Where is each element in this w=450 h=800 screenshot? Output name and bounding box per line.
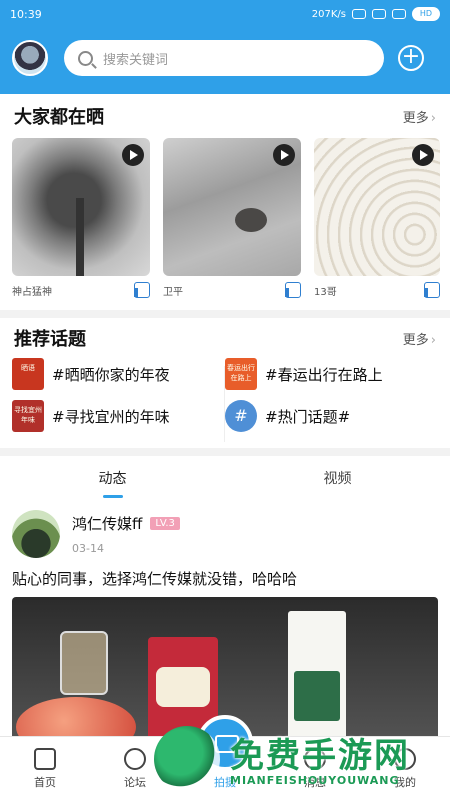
- tile-meta: 卫平: [163, 282, 301, 298]
- nav-mine[interactable]: 我的: [360, 737, 450, 800]
- signal-icon: [372, 9, 386, 19]
- nav-label: 首页: [34, 775, 56, 789]
- play-icon: [412, 144, 434, 166]
- battery-icon: HD: [412, 7, 440, 21]
- play-icon: [273, 144, 295, 166]
- video-thumbnail[interactable]: [12, 138, 150, 276]
- post-header: 鸿仁传媒ff LV.3 03-14: [0, 500, 450, 558]
- search-input[interactable]: 搜索关键词: [64, 40, 384, 76]
- status-bar: 10:39 207K/s HD: [0, 0, 450, 28]
- post-user-row: 鸿仁传媒ff LV.3: [72, 513, 180, 534]
- video-tiles: [0, 138, 450, 276]
- photo-jar: [60, 631, 108, 695]
- search-placeholder: 搜索关键词: [103, 52, 169, 68]
- forum-icon: [124, 747, 146, 770]
- photo-milk-box: [288, 611, 346, 747]
- topic-item[interactable]: 寻找宜州年味 #寻找宜州的年味: [12, 400, 225, 432]
- tile-author: 13哥: [314, 286, 337, 298]
- section-title: 大家都在晒: [14, 107, 104, 128]
- nav-label: 拍摄: [214, 775, 236, 789]
- video-thumbnail[interactable]: [314, 138, 440, 276]
- like-icon[interactable]: [134, 282, 150, 298]
- nav-shoot[interactable]: 拍摄: [180, 715, 270, 800]
- feed-tabs: 动态 视频: [0, 456, 450, 500]
- hash-icon: #: [225, 400, 257, 432]
- nav-label: 消息: [304, 775, 326, 789]
- tab-dynamic[interactable]: 动态: [0, 456, 225, 500]
- nav-label: 论坛: [124, 775, 146, 789]
- add-icon[interactable]: +: [398, 45, 424, 71]
- tile-meta-row: 神占猛神 卫平 13哥: [0, 282, 450, 298]
- everyone-section: 大家都在晒 更多 › 神占猛神 卫平 13哥: [0, 94, 450, 310]
- net-speed: 207K/s: [311, 8, 346, 20]
- user-avatar[interactable]: [12, 40, 48, 76]
- alarm-icon: [352, 9, 366, 19]
- topic-item[interactable]: 春运出行在路上 #春运出行在路上: [225, 358, 438, 390]
- status-icons: 207K/s HD: [312, 7, 440, 21]
- topic-item[interactable]: # #热门话题#: [225, 400, 438, 432]
- chevron-right-icon: ›: [430, 332, 436, 348]
- more-link[interactable]: 更多 ›: [403, 329, 436, 348]
- home-icon: [34, 747, 56, 770]
- more-label: 更多: [402, 110, 429, 126]
- nav-forum[interactable]: 论坛: [90, 737, 180, 800]
- topics-section: 推荐话题 更多 › 晒语 #晒晒你家的年夜 春运出行在路上 #春运出行在路上 寻找…: [0, 318, 450, 448]
- post-date: 03-14: [72, 542, 104, 555]
- tile-meta: 13哥: [314, 282, 440, 298]
- chevron-right-icon: ›: [430, 110, 436, 126]
- topic-item[interactable]: 晒语 #晒晒你家的年夜: [12, 358, 225, 390]
- topic-label: #寻找宜州的年味: [52, 407, 170, 426]
- feed-section: 动态 视频 鸿仁传媒ff LV.3 03-14 贴心的同事，选择鸿仁传媒就没错，…: [0, 456, 450, 747]
- message-icon: [304, 747, 326, 770]
- nav-home[interactable]: 首页: [0, 737, 90, 800]
- topic-label: #春运出行在路上: [265, 365, 383, 384]
- avatar[interactable]: [12, 510, 60, 558]
- level-badge: LV.3: [150, 517, 180, 530]
- tile-meta: 神占猛神: [12, 282, 150, 298]
- nav-label: 我的: [394, 775, 416, 789]
- section-header: 推荐话题 更多 ›: [0, 318, 450, 358]
- post-text[interactable]: 贴心的同事，选择鸿仁传媒就没错，哈哈哈: [0, 558, 450, 589]
- divider: [224, 366, 225, 442]
- like-icon[interactable]: [424, 282, 440, 298]
- more-link[interactable]: 更多 ›: [403, 107, 436, 126]
- tab-video[interactable]: 视频: [225, 456, 450, 500]
- topic-thumbnail: 春运出行在路上: [225, 358, 257, 390]
- more-label: 更多: [402, 332, 429, 348]
- nav-messages[interactable]: 消息: [270, 737, 360, 800]
- status-time: 10:39: [10, 7, 42, 21]
- user-icon: [394, 747, 416, 770]
- topic-grid: 晒语 #晒晒你家的年夜 春运出行在路上 #春运出行在路上 寻找宜州年味 #寻找宜…: [0, 358, 450, 432]
- tile-author: 卫平: [163, 286, 183, 298]
- play-icon: [122, 144, 144, 166]
- tile-author: 神占猛神: [12, 286, 52, 298]
- topic-label: #晒晒你家的年夜: [52, 365, 170, 384]
- wifi-icon: [392, 9, 406, 19]
- topic-thumbnail: 晒语: [12, 358, 44, 390]
- camera-icon: [197, 715, 253, 771]
- post-info: 鸿仁传媒ff LV.3 03-14: [72, 513, 180, 555]
- topic-thumbnail: 寻找宜州年味: [12, 400, 44, 432]
- section-title: 推荐话题: [14, 329, 86, 350]
- video-thumbnail[interactable]: [163, 138, 301, 276]
- like-icon[interactable]: [285, 282, 301, 298]
- topic-label: #热门话题#: [265, 407, 351, 426]
- post-username[interactable]: 鸿仁传媒ff: [72, 513, 142, 534]
- search-icon: [78, 50, 93, 66]
- header-row: 搜索关键词 +: [0, 28, 450, 76]
- top-header: 10:39 207K/s HD 搜索关键词 +: [0, 0, 450, 94]
- bottom-nav: 首页 论坛 拍摄 消息 我的: [0, 715, 450, 800]
- section-header: 大家都在晒 更多 ›: [0, 94, 450, 138]
